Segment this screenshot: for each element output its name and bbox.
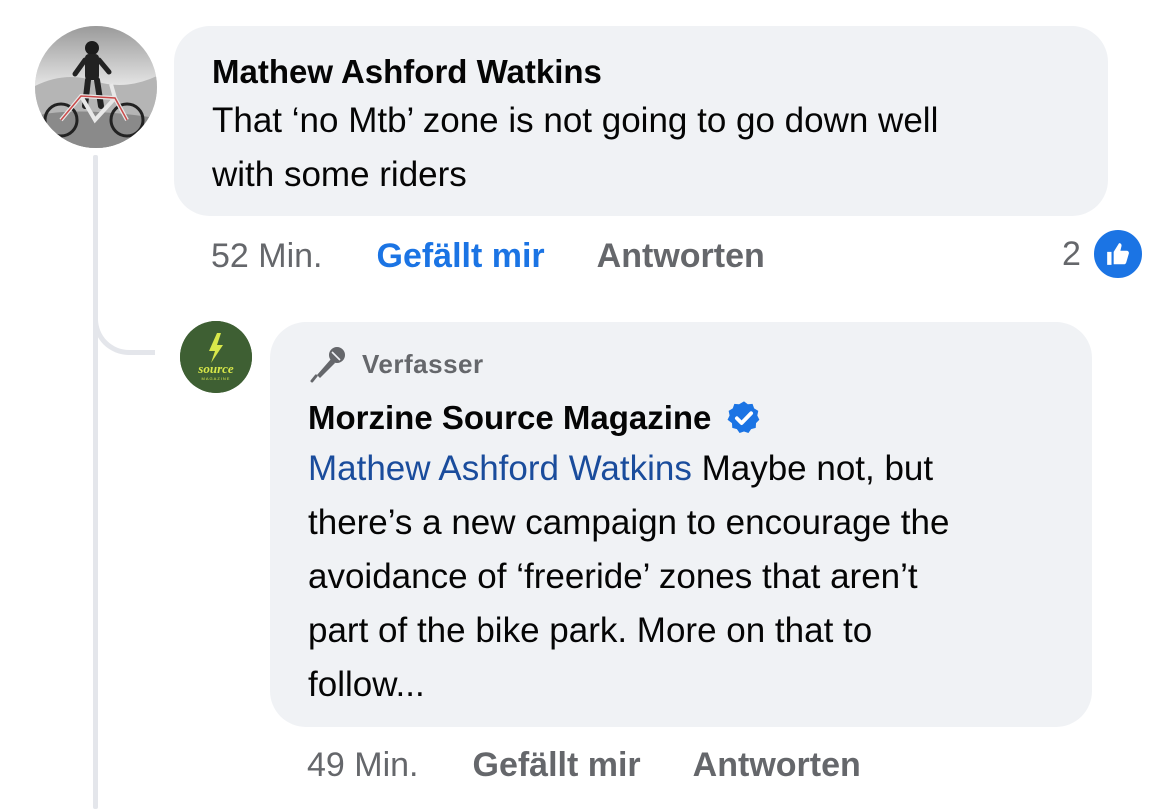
comment-text-line: with some riders bbox=[212, 155, 467, 194]
verified-badge-icon bbox=[727, 401, 760, 434]
like-button[interactable]: Gefällt mir bbox=[377, 236, 545, 276]
reply-text-line: avoidance of ‘freeride’ zones that aren’… bbox=[308, 557, 918, 596]
reply-bubble: Verfasser Morzine Source Magazine Mathew… bbox=[270, 322, 1092, 727]
reply-text-segment: Maybe not, but bbox=[691, 449, 934, 488]
reply-time[interactable]: 49 Min. bbox=[307, 745, 419, 785]
comment-author[interactable]: Mathew Ashford Watkins bbox=[212, 52, 1072, 92]
reply-author-line: Morzine Source Magazine bbox=[308, 398, 1062, 438]
comment-bubble: Mathew Ashford Watkins That ‘no Mtb’ zon… bbox=[174, 26, 1108, 216]
reply-actions: 49 Min. Gefällt mir Antworten bbox=[307, 745, 861, 785]
reply-text-line: follow... bbox=[308, 665, 425, 704]
reply-button[interactable]: Antworten bbox=[597, 236, 765, 276]
reaction-summary[interactable]: 2 bbox=[1062, 227, 1145, 281]
reply-connector bbox=[93, 285, 155, 355]
comment-actions: 52 Min. Gefällt mir Antworten bbox=[211, 236, 765, 276]
thread-line bbox=[93, 155, 98, 809]
avatar[interactable] bbox=[35, 26, 157, 148]
thumbs-up-icon bbox=[1090, 227, 1145, 281]
avatar-photo bbox=[35, 26, 157, 148]
reply-reply-button[interactable]: Antworten bbox=[693, 745, 861, 785]
source-magazine-logo: source MAGAZINE bbox=[180, 321, 252, 393]
comment-time[interactable]: 52 Min. bbox=[211, 236, 323, 276]
reply-like-button[interactable]: Gefällt mir bbox=[473, 745, 641, 785]
reply-text-line: Mathew Ashford Watkins Maybe not, but bbox=[308, 442, 1062, 496]
reaction-count: 2 bbox=[1062, 234, 1081, 273]
reply-text: Mathew Ashford Watkins Maybe not, but th… bbox=[308, 442, 1062, 712]
reply-author[interactable]: Morzine Source Magazine bbox=[308, 398, 711, 438]
comment-text: That ‘no Mtb’ zone is not going to go do… bbox=[212, 94, 1072, 202]
author-badge-label: Verfasser bbox=[362, 348, 484, 379]
author-badge: Verfasser bbox=[308, 344, 1062, 384]
mention-link[interactable]: Mathew Ashford Watkins bbox=[308, 449, 692, 488]
comment-text-line: That ‘no Mtb’ zone is not going to go do… bbox=[212, 101, 939, 140]
avatar-logo-subtext: MAGAZINE bbox=[202, 376, 231, 381]
reply-text-line: part of the bike park. More on that to bbox=[308, 611, 873, 650]
avatar-logo-text: source bbox=[197, 361, 234, 376]
page-avatar[interactable]: source MAGAZINE bbox=[180, 321, 252, 393]
microphone-icon bbox=[310, 347, 345, 383]
reply-text-line: there’s a new campaign to encourage the bbox=[308, 503, 950, 542]
